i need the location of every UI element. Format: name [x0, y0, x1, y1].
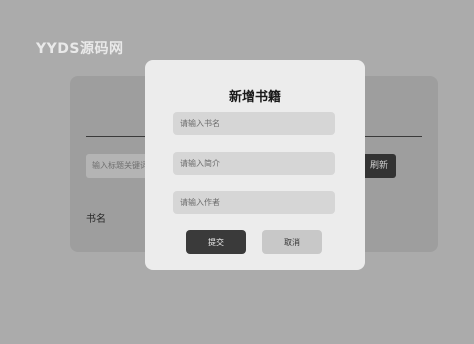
- modal-title: 新增书籍: [228, 90, 281, 105]
- column-header-title: 书名: [86, 214, 106, 225]
- cancel-button[interactable]: 取消: [262, 230, 322, 254]
- book-author-input[interactable]: [173, 191, 335, 214]
- site-logo: YYDS源码网: [36, 41, 124, 57]
- add-book-modal: 新增书籍 提交 取消: [145, 60, 365, 270]
- book-name-input[interactable]: [173, 112, 335, 135]
- book-intro-input[interactable]: [173, 152, 335, 175]
- submit-button[interactable]: 提交: [186, 230, 246, 254]
- page: YYDS源码网 输入标题关键词 刷新 书名 新增书籍 提交 取消: [0, 0, 474, 344]
